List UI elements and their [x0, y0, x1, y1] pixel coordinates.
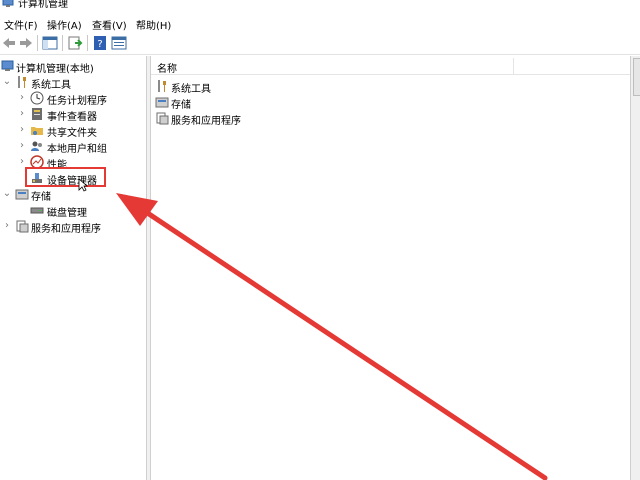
- tree-item-shared-folders[interactable]: › 共享文件夹: [0, 122, 146, 139]
- tree-root-label: 计算机管理(本地): [16, 64, 94, 75]
- disk-icon: [30, 207, 44, 214]
- tree-item-task-scheduler[interactable]: › 任务计划程序: [0, 90, 146, 107]
- tree-item-system-tools[interactable]: ⌄ 系统工具: [0, 74, 146, 91]
- export-list-icon[interactable]: [67, 35, 83, 51]
- menu-action[interactable]: 操作(A): [47, 17, 82, 32]
- toolbar-separator: [87, 35, 88, 51]
- list-item-label: 服务和应用程序: [171, 116, 241, 127]
- tree-item-label: 服务和应用程序: [31, 224, 101, 235]
- toolbar-separator: [37, 35, 38, 51]
- actions-pane-tab[interactable]: [633, 58, 640, 96]
- window-titlebar: 计算机管理: [0, 0, 640, 12]
- mouse-cursor-icon: [78, 178, 88, 192]
- forward-arrow-icon[interactable]: [18, 35, 34, 51]
- help-icon[interactable]: ?: [92, 35, 108, 51]
- column-divider[interactable]: [513, 58, 514, 74]
- users-icon: [31, 141, 42, 151]
- back-arrow-icon[interactable]: [1, 35, 17, 51]
- properties-icon[interactable]: [111, 35, 127, 51]
- computer-management-icon: [2, 0, 14, 7]
- chevron-down-icon[interactable]: ⌄: [2, 186, 12, 202]
- actions-pane-edge: [630, 56, 640, 480]
- window-title: 计算机管理: [18, 0, 68, 10]
- storage-icon: [155, 97, 169, 108]
- tree-item-event-viewer[interactable]: › 事件查看器: [0, 106, 146, 123]
- list-item-label: 系统工具: [171, 84, 211, 95]
- chevron-right-icon[interactable]: ›: [17, 122, 27, 138]
- show-hide-tree-icon[interactable]: [42, 35, 58, 51]
- menu-help[interactable]: 帮助(H): [136, 17, 171, 32]
- list-column-header[interactable]: 名称: [151, 56, 631, 75]
- chevron-right-icon[interactable]: ›: [17, 90, 27, 106]
- tree-item-services-applications[interactable]: › 服务和应用程序: [0, 218, 146, 235]
- tree-item-label: 存储: [31, 192, 51, 203]
- menu-file[interactable]: 文件(F): [4, 17, 38, 32]
- toolbar-separator: [62, 35, 63, 51]
- tree-item-label: 事件查看器: [47, 112, 97, 123]
- navigation-tree: 计算机管理(本地) ⌄ 系统工具 › 任务计划程序 › 事件查看器 › 共享文件…: [0, 56, 147, 480]
- menu-bar: 文件(F) 操作(A) 查看(V) 帮助(H): [0, 14, 640, 32]
- toolbar: ?: [0, 32, 640, 55]
- tree-root-computer-management[interactable]: 计算机管理(本地): [0, 58, 146, 75]
- services-icon: [16, 220, 29, 233]
- tree-item-label: 本地用户和组: [47, 144, 107, 155]
- chevron-right-icon[interactable]: ›: [2, 218, 12, 234]
- tools-icon: [18, 76, 26, 88]
- column-header-name[interactable]: 名称: [157, 60, 177, 75]
- highlight-box: [25, 167, 106, 187]
- event-viewer-icon: [32, 108, 42, 120]
- clock-icon: [30, 91, 44, 105]
- computer-management-icon: [1, 60, 14, 71]
- tree-item-label: 磁盘管理: [47, 208, 87, 219]
- tree-item-storage[interactable]: ⌄ 存储: [0, 186, 146, 203]
- chevron-down-icon[interactable]: ⌄: [2, 74, 12, 90]
- services-icon: [156, 112, 169, 125]
- shared-folder-icon: [31, 127, 43, 135]
- storage-icon: [15, 189, 29, 200]
- tree-item-label: 共享文件夹: [47, 128, 97, 139]
- tree-item-local-users-groups[interactable]: › 本地用户和组: [0, 138, 146, 155]
- chevron-right-icon[interactable]: ›: [17, 106, 27, 122]
- tree-item-disk-management[interactable]: 磁盘管理: [0, 202, 146, 219]
- list-item-label: 存储: [171, 100, 191, 111]
- menu-view[interactable]: 查看(V): [92, 17, 127, 32]
- tree-item-label: 任务计划程序: [47, 96, 107, 107]
- svg-text:?: ?: [97, 39, 102, 50]
- chevron-right-icon[interactable]: ›: [17, 138, 27, 154]
- content-list: 名称 系统工具 存储 服务和应用程序: [150, 56, 631, 480]
- tools-icon: [158, 80, 166, 92]
- tree-item-label: 系统工具: [31, 80, 71, 91]
